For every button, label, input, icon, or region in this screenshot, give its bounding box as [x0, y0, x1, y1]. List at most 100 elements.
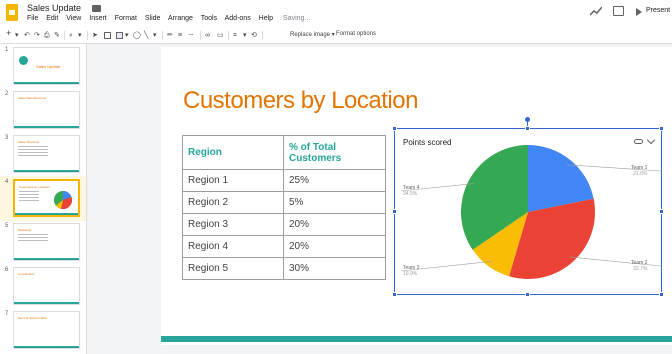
- zoom-icon[interactable]: ⌕: [69, 31, 73, 40]
- table-cell[interactable]: 25%: [283, 169, 386, 192]
- thumbnail-footer-bar: [14, 346, 79, 348]
- table-row: Region 5 30%: [182, 257, 386, 280]
- thumbnail-text-lines: [18, 234, 48, 242]
- print-icon[interactable]: ⎙: [44, 31, 50, 40]
- image-icon[interactable]: [116, 32, 123, 39]
- table-header-cell[interactable]: Region: [182, 135, 284, 170]
- new-slide-icon[interactable]: +: [6, 29, 11, 38]
- slides-app: Sales Update File Edit View Insert Forma…: [0, 0, 672, 354]
- table-cell[interactable]: Region 3: [182, 213, 284, 236]
- alt-text-icon[interactable]: ▭: [217, 31, 224, 40]
- line-icon[interactable]: ╲: [144, 31, 148, 40]
- folder-icon[interactable]: [92, 5, 101, 12]
- thumbnail-title: Sales Update: [36, 64, 61, 69]
- menu-bar: File Edit View Insert Format Slide Arran…: [27, 15, 316, 22]
- thumbnail-text-lines: [18, 146, 48, 158]
- menu-format[interactable]: Format: [115, 15, 137, 22]
- table-cell[interactable]: 30%: [283, 257, 386, 280]
- slide-number: 1: [5, 47, 9, 53]
- filmstrip-scrollbar[interactable]: [89, 44, 94, 354]
- resize-handle-left[interactable]: [392, 209, 397, 214]
- toolbar: + ▾ ↶ ↷ ⎙ ✎ ⌕ ▾ ➤ ▾ ◯ ╲ ▾ ✏ ≡ ┄ ∞ ▭ ⌗ ▾ …: [0, 27, 672, 44]
- crop-icon[interactable]: ⌗: [233, 31, 237, 40]
- slide-thumbnail-1[interactable]: Sales Update: [13, 47, 80, 85]
- border-weight-icon[interactable]: ≡: [178, 31, 182, 40]
- crop-dropdown-icon[interactable]: ▾: [243, 31, 247, 40]
- slide-number: 2: [5, 91, 9, 97]
- table-header-cell[interactable]: % of Total Customers: [283, 135, 386, 170]
- zoom-dropdown-icon[interactable]: ▾: [78, 31, 82, 40]
- new-slide-dropdown-icon[interactable]: ▾: [15, 31, 19, 40]
- thumbnail-footer-bar: [14, 82, 79, 84]
- table-cell[interactable]: 5%: [283, 191, 386, 214]
- slide-thumbnail-2[interactable]: Sales Data Summary: [13, 91, 80, 129]
- document-title[interactable]: Sales Update: [27, 3, 81, 13]
- resize-handle-top-right[interactable]: [659, 126, 664, 131]
- slide-thumbnail-5[interactable]: Marketing: [13, 223, 80, 261]
- select-cursor-icon[interactable]: ➤: [92, 31, 98, 40]
- slide-number: 6: [5, 267, 9, 273]
- menu-arrange[interactable]: Arrange: [168, 15, 193, 22]
- slide-thumbnail-6[interactable]: Conclusions: [13, 267, 80, 305]
- slide-footer-bar: [161, 336, 672, 342]
- comments-icon[interactable]: [613, 6, 624, 16]
- table-cell[interactable]: 20%: [283, 213, 386, 236]
- rotation-handle[interactable]: [525, 117, 530, 122]
- table-cell[interactable]: Region 2: [182, 191, 284, 214]
- thumbnail-title: Marketing: [18, 228, 32, 232]
- reset-image-icon[interactable]: ⟲: [251, 31, 257, 40]
- slide-title[interactable]: Customers by Location: [183, 87, 418, 115]
- resize-handle-bottom[interactable]: [525, 292, 530, 297]
- menu-view[interactable]: View: [66, 15, 81, 22]
- chart-title: Points scored: [403, 138, 452, 147]
- resize-handle-bottom-left[interactable]: [392, 292, 397, 297]
- text-box-icon[interactable]: [104, 32, 111, 39]
- toolbar-divider: [162, 31, 163, 40]
- slides-logo-icon[interactable]: [6, 4, 18, 21]
- menu-slide[interactable]: Slide: [145, 15, 161, 22]
- slide-thumbnail-3[interactable]: Sales Channels: [13, 135, 80, 173]
- table-cell[interactable]: Region 1: [182, 169, 284, 192]
- legend-team-4: Team 4 34.5%: [403, 185, 419, 197]
- menu-file[interactable]: File: [27, 15, 38, 22]
- menu-help[interactable]: Help: [259, 15, 273, 22]
- thumbnail-footer-bar: [14, 258, 79, 260]
- slide-thumbnail-7[interactable]: Items & Opportunities: [13, 311, 80, 349]
- thumbnail-title: Sales Data Summary: [18, 96, 47, 100]
- format-options-button[interactable]: Format options: [336, 31, 376, 37]
- menu-tools[interactable]: Tools: [201, 15, 217, 22]
- table-cell[interactable]: 20%: [283, 235, 386, 258]
- border-color-icon[interactable]: ✏: [167, 31, 173, 40]
- chart-link-icon[interactable]: [634, 139, 643, 144]
- resize-handle-top[interactable]: [525, 126, 530, 131]
- border-dash-icon[interactable]: ┄: [189, 31, 193, 40]
- image-dropdown-icon[interactable]: ▾: [125, 31, 129, 40]
- resize-handle-bottom-right[interactable]: [659, 292, 664, 297]
- legend-team-1: Team 1 21.8%: [631, 165, 647, 177]
- redo-icon[interactable]: ↷: [34, 31, 40, 40]
- replace-image-button[interactable]: Replace image ▾: [290, 31, 335, 38]
- menu-edit[interactable]: Edit: [46, 15, 58, 22]
- menu-addons[interactable]: Add-ons: [225, 15, 251, 22]
- pie-chart[interactable]: Points scored Team 1 21.8% Team 4 34.5% …: [394, 128, 662, 295]
- thumbnail-globe-icon: [19, 56, 28, 65]
- link-icon[interactable]: ∞: [205, 31, 210, 40]
- table-cell[interactable]: Region 5: [182, 257, 284, 280]
- region-table[interactable]: Region % of Total Customers Region 1 25%…: [182, 135, 386, 280]
- undo-icon[interactable]: ↶: [24, 31, 30, 40]
- paint-format-icon[interactable]: ✎: [54, 31, 60, 40]
- present-button[interactable]: Present: [636, 4, 672, 20]
- resize-handle-right[interactable]: [659, 209, 664, 214]
- resize-handle-top-left[interactable]: [392, 126, 397, 131]
- slide-thumbnail-4[interactable]: Customers by Location: [13, 179, 80, 217]
- menu-insert[interactable]: Insert: [89, 15, 107, 22]
- thumbnail-footer-bar: [14, 302, 79, 304]
- line-dropdown-icon[interactable]: ▾: [153, 31, 157, 40]
- activity-trend-icon[interactable]: [590, 6, 602, 16]
- shape-icon[interactable]: ◯: [133, 31, 141, 40]
- table-row: Region 2 5%: [182, 191, 386, 214]
- thumbnail-footer-bar: [15, 213, 78, 215]
- table-cell[interactable]: Region 4: [182, 235, 284, 258]
- saving-status: Saving...: [283, 15, 311, 22]
- thumbnail-title: Conclusions: [18, 272, 35, 276]
